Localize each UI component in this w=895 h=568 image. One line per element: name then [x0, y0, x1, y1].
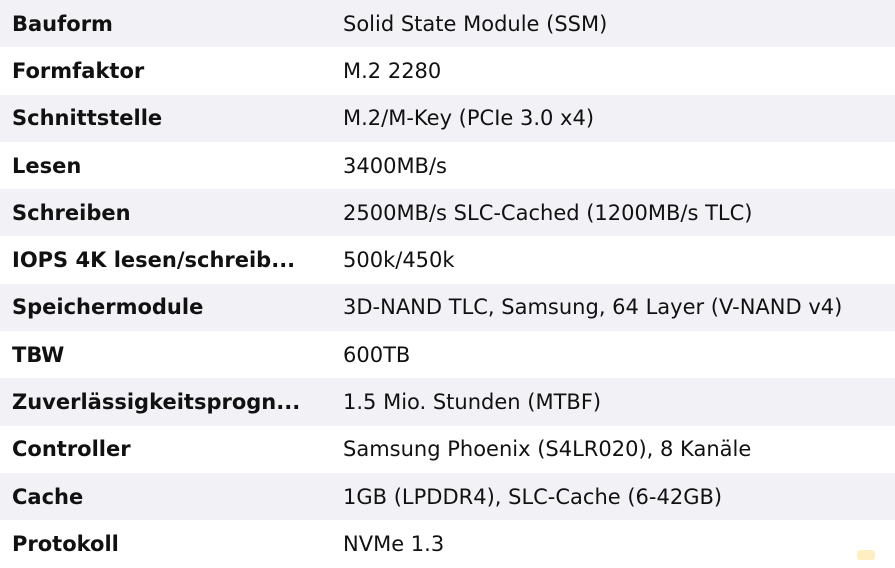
- spec-key: Formfaktor: [12, 58, 145, 83]
- spec-key: Zuverlässigkeitsprogn...: [12, 390, 301, 415]
- spec-row-tbw: TBW 600TB: [0, 331, 895, 379]
- spec-value: M.2 2280: [343, 58, 442, 83]
- spec-key: Controller: [12, 437, 131, 462]
- spec-row-formfaktor: Formfaktor M.2 2280: [0, 47, 895, 95]
- spec-value: 3400MB/s: [343, 153, 447, 178]
- spec-row-bauform: Bauform Solid State Module (SSM): [0, 0, 895, 48]
- spec-row-protokoll: Protokoll NVMe 1.3: [0, 520, 895, 568]
- spec-key: Schreiben: [12, 200, 131, 225]
- corner-highlight-mark: [857, 550, 875, 560]
- spec-row-schnittstelle: Schnittstelle M.2/M-Key (PCIe 3.0 x4): [0, 94, 895, 142]
- spec-value: 2500MB/s SLC-Cached (1200MB/s TLC): [343, 200, 753, 225]
- spec-value: M.2/M-Key (PCIe 3.0 x4): [343, 106, 595, 131]
- spec-row-iops: IOPS 4K lesen/schreib... 500k/450k: [0, 236, 895, 284]
- spec-row-speichermodule: Speichermodule 3D-NAND TLC, Samsung, 64 …: [0, 283, 895, 332]
- spec-value: Samsung Phoenix (S4LR020), 8 Kanäle: [343, 437, 752, 462]
- spec-row-cache: Cache 1GB (LPDDR4), SLC-Cache (6-42GB): [0, 472, 895, 521]
- spec-row-zuverlaessigkeit: Zuverlässigkeitsprogn... 1.5 Mio. Stunde…: [0, 378, 895, 426]
- spec-value: 1GB (LPDDR4), SLC-Cache (6-42GB): [343, 484, 723, 509]
- spec-value: Solid State Module (SSM): [343, 11, 608, 36]
- spec-row-lesen: Lesen 3400MB/s: [0, 141, 895, 190]
- spec-row-controller: Controller Samsung Phoenix (S4LR020), 8 …: [0, 425, 895, 473]
- spec-key: Lesen: [12, 153, 82, 178]
- spec-value: 600TB: [343, 342, 411, 367]
- spec-key: TBW: [12, 342, 65, 367]
- spec-key: Protokoll: [12, 531, 119, 556]
- spec-table: Bauform Solid State Module (SSM) Formfak…: [0, 0, 895, 568]
- spec-key: IOPS 4K lesen/schreib...: [12, 248, 296, 273]
- spec-row-schreiben: Schreiben 2500MB/s SLC-Cached (1200MB/s …: [0, 189, 895, 237]
- spec-key: Schnittstelle: [12, 106, 163, 131]
- spec-key: Speichermodule: [12, 295, 204, 320]
- spec-value: 500k/450k: [343, 248, 455, 273]
- spec-key: Cache: [12, 484, 84, 509]
- spec-value: NVMe 1.3: [343, 531, 445, 556]
- spec-key: Bauform: [12, 11, 113, 36]
- spec-value: 3D-NAND TLC, Samsung, 64 Layer (V-NAND v…: [343, 295, 843, 320]
- spec-value: 1.5 Mio. Stunden (MTBF): [343, 390, 602, 415]
